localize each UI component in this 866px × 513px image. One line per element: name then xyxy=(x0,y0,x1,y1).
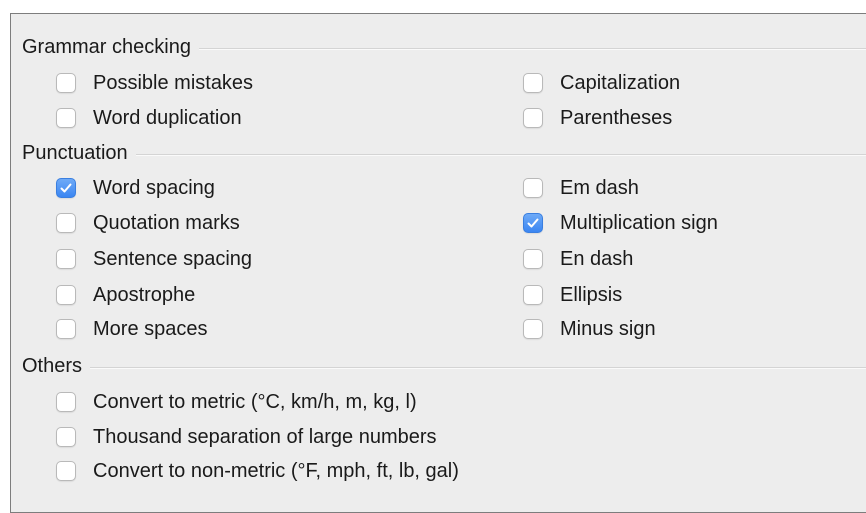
option-possible-mistakes[interactable]: Possible mistakes xyxy=(56,70,253,96)
option-quotation-marks[interactable]: Quotation marks xyxy=(56,210,240,236)
section-divider xyxy=(135,153,866,155)
checkbox[interactable] xyxy=(523,285,543,305)
option-label: More spaces xyxy=(93,317,208,340)
option-apostrophe[interactable]: Apostrophe xyxy=(56,282,195,308)
option-em-dash[interactable]: Em dash xyxy=(523,175,639,201)
option-en-dash[interactable]: En dash xyxy=(523,246,633,272)
checkbox[interactable] xyxy=(56,392,76,412)
option-label: Minus sign xyxy=(560,317,656,340)
checkbox[interactable] xyxy=(56,249,76,269)
checkbox[interactable] xyxy=(56,73,76,93)
checkbox[interactable] xyxy=(56,108,76,128)
checkbox[interactable] xyxy=(523,319,543,339)
checkbox[interactable] xyxy=(523,213,543,233)
checkbox[interactable] xyxy=(523,108,543,128)
section-divider xyxy=(198,47,866,49)
option-convert-to-metric[interactable]: Convert to metric (°C, km/h, m, kg, l) xyxy=(56,389,417,415)
option-label: En dash xyxy=(560,247,634,270)
section-header-grammar-checking: Grammar checking xyxy=(22,35,866,59)
checkbox[interactable] xyxy=(56,461,76,481)
checkbox[interactable] xyxy=(56,319,76,339)
option-label: Quotation marks xyxy=(93,211,240,234)
option-thousand-separation[interactable]: Thousand separation of large numbers xyxy=(56,424,437,450)
option-label: Apostrophe xyxy=(93,283,196,306)
option-label: Convert to metric (°C, km/h, m, kg, l) xyxy=(93,390,417,413)
section-title: Punctuation xyxy=(22,141,128,164)
option-word-duplication[interactable]: Word duplication xyxy=(56,105,242,131)
option-parentheses[interactable]: Parentheses xyxy=(523,105,672,131)
checkbox[interactable] xyxy=(56,285,76,305)
section-title: Others xyxy=(22,354,83,377)
section-header-others: Others xyxy=(22,354,866,378)
checkmark-icon xyxy=(60,183,72,193)
option-multiplication-sign[interactable]: Multiplication sign xyxy=(523,210,718,236)
checkbox[interactable] xyxy=(56,213,76,233)
checkbox[interactable] xyxy=(56,427,76,447)
option-label: Ellipsis xyxy=(560,283,623,306)
checkmark-icon xyxy=(527,218,539,228)
option-label: Word spacing xyxy=(93,176,215,199)
option-label: Parentheses xyxy=(560,106,673,129)
option-label: Thousand separation of large numbers xyxy=(93,425,437,448)
option-label: Word duplication xyxy=(93,106,242,129)
option-capitalization[interactable]: Capitalization xyxy=(523,70,680,96)
checkbox[interactable] xyxy=(56,178,76,198)
option-ellipsis[interactable]: Ellipsis xyxy=(523,282,622,308)
option-minus-sign[interactable]: Minus sign xyxy=(523,316,656,342)
section-title: Grammar checking xyxy=(22,35,191,58)
option-word-spacing[interactable]: Word spacing xyxy=(56,175,215,201)
option-more-spaces[interactable]: More spaces xyxy=(56,316,208,342)
option-sentence-spacing[interactable]: Sentence spacing xyxy=(56,246,252,272)
checkbox[interactable] xyxy=(523,178,543,198)
checkbox[interactable] xyxy=(523,249,543,269)
option-label: Em dash xyxy=(560,176,639,199)
option-label: Possible mistakes xyxy=(93,71,254,94)
option-label: Capitalization xyxy=(560,71,681,94)
option-convert-to-non-metric[interactable]: Convert to non-metric (°F, mph, ft, lb, … xyxy=(56,458,459,484)
checkbox[interactable] xyxy=(523,73,543,93)
section-divider xyxy=(90,366,866,368)
option-label: Multiplication sign xyxy=(560,211,718,234)
option-label: Convert to non-metric (°F, mph, ft, lb, … xyxy=(93,459,459,482)
option-label: Sentence spacing xyxy=(93,247,253,270)
section-header-punctuation: Punctuation xyxy=(22,141,866,165)
